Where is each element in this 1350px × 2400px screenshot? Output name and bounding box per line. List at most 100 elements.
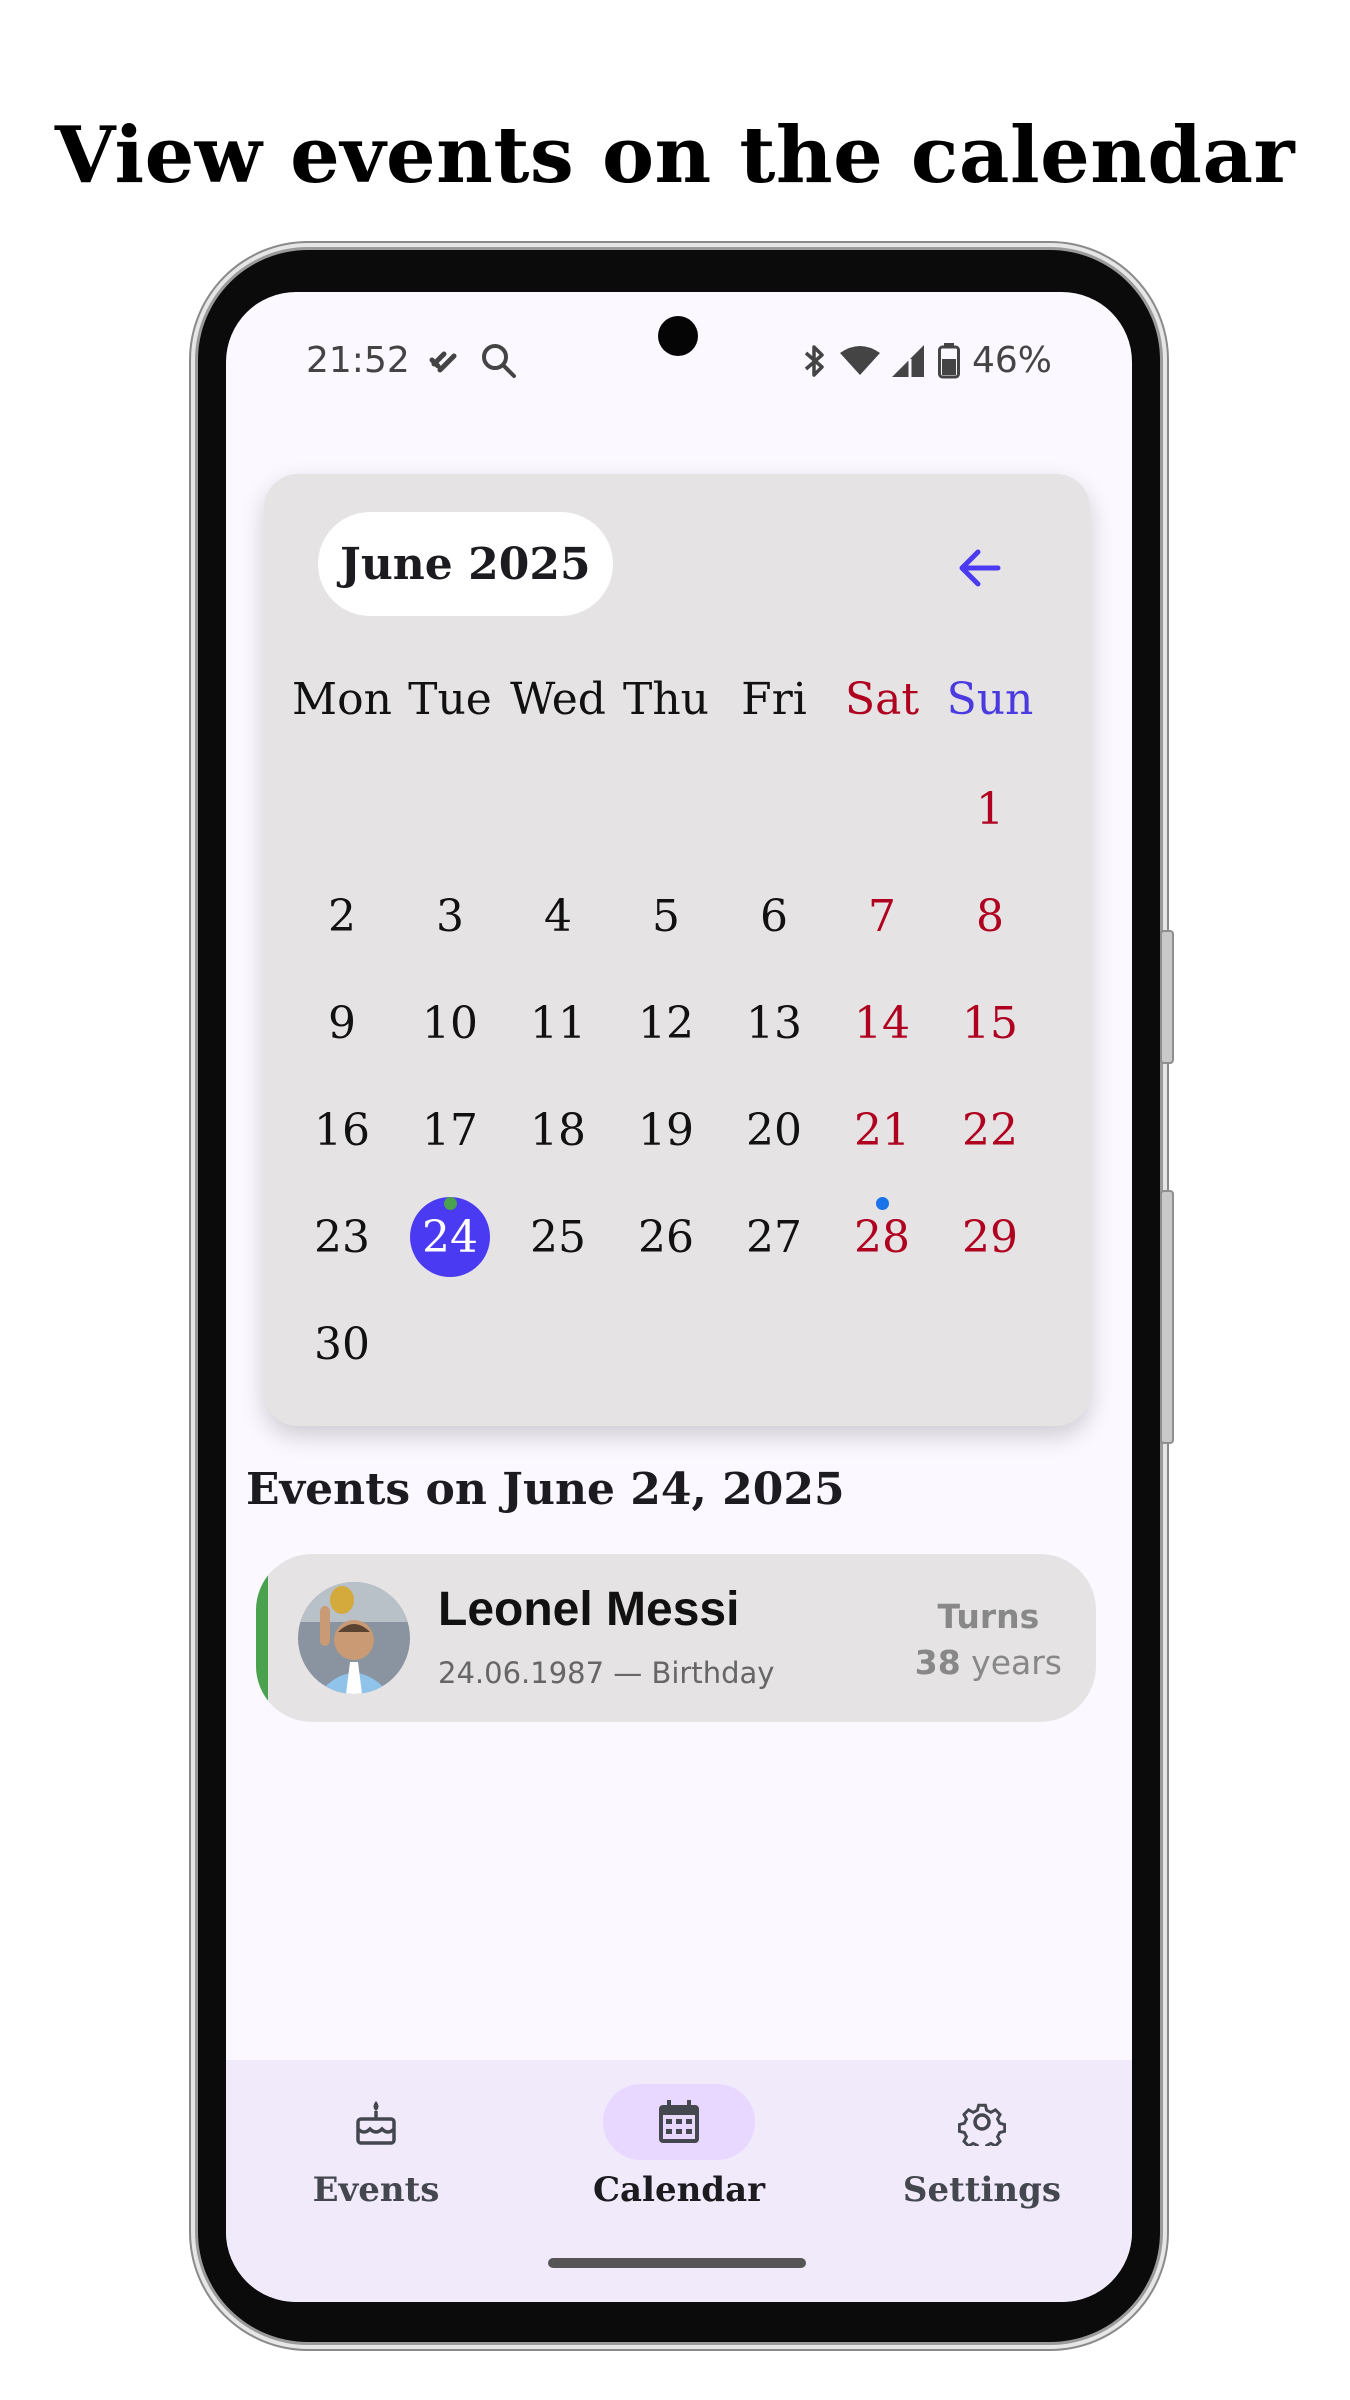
calendar-day-18[interactable]: 18 [504,1077,612,1184]
calendar-day-number: 12 [638,998,694,1049]
calendar-day-8[interactable]: 8 [936,863,1044,970]
calendar-day-29[interactable]: 29 [936,1184,1044,1291]
calendar-empty-cell [828,756,936,863]
calendar-day-27[interactable]: 27 [720,1184,828,1291]
weekday-mon: Mon [292,674,392,725]
calendar-empty-cell [828,1291,936,1398]
nav-item-events[interactable]: Events [226,2084,526,2210]
event-age: Turns 38 years [915,1594,1062,1686]
month-selector[interactable]: June 2025 [318,512,613,616]
search-icon [480,342,518,380]
calendar-empty-cell [720,1291,828,1398]
bluetooth-icon [802,343,828,379]
gear-icon [906,2084,1058,2160]
weekday-sun: Sun [946,674,1034,725]
calendar-day-25[interactable]: 25 [504,1184,612,1291]
arrow-left-icon[interactable] [950,538,1010,598]
calendar-day-6[interactable]: 6 [720,863,828,970]
calendar-empty-cell [396,756,504,863]
calendar-empty-cell [720,756,828,863]
calendar-day-number: 21 [854,1105,910,1156]
calendar-day-number: 5 [652,891,680,942]
weekday-tue: Tue [408,674,492,725]
calendar-week-row: 30 [288,1291,1044,1398]
calendar-card: June 2025 Mon Tue Wed Thu Fri Sat Sun 12… [264,474,1090,1426]
nav-item-settings[interactable]: Settings [832,2084,1132,2210]
calendar-day-number: 16 [314,1105,370,1156]
calendar-day-1[interactable]: 1 [936,756,1044,863]
calendar-day-number: 2 [328,891,356,942]
calendar-day-number: 19 [638,1105,694,1156]
calendar-week-row: 9 10 11 12 13 14 15 [288,970,1044,1077]
calendar-day-16[interactable]: 16 [288,1077,396,1184]
calendar-day-19[interactable]: 19 [612,1077,720,1184]
calendar-day-number: 14 [854,998,910,1049]
calendar-day-23[interactable]: 23 [288,1184,396,1291]
calendar-day-number: 3 [436,891,464,942]
event-accent-bar [256,1554,268,1722]
calendar-empty-cell [504,756,612,863]
calendar-day-24[interactable]: 24 [396,1184,504,1291]
calendar-day-7[interactable]: 7 [828,863,936,970]
calendar-day-number: 6 [760,891,788,942]
calendar-day-10[interactable]: 10 [396,970,504,1077]
page-headline: View events on the calendar [54,110,1296,201]
calendar-day-number: 15 [962,998,1018,1049]
calendar-day-number: 11 [530,998,586,1049]
calendar-day-21[interactable]: 21 [828,1077,936,1184]
calendar-day-14[interactable]: 14 [828,970,936,1077]
calendar-day-4[interactable]: 4 [504,863,612,970]
bottom-navigation: Events Calendar Settings [226,2060,1132,2302]
nav-item-calendar[interactable]: Calendar [529,2084,829,2210]
calendar-day-11[interactable]: 11 [504,970,612,1077]
calendar-week-row: 2 3 4 5 6 7 8 [288,863,1044,970]
calendar-empty-cell [396,1291,504,1398]
calendar-day-number: 22 [962,1105,1018,1156]
calendar-day-2[interactable]: 2 [288,863,396,970]
calendar-icon [603,2084,755,2160]
calendar-day-12[interactable]: 12 [612,970,720,1077]
calendar-day-number: 13 [746,998,802,1049]
calendar-week-row: 16 17 18 19 20 21 22 [288,1077,1044,1184]
calendar-day-number: 4 [544,891,572,942]
age-unit: years [971,1643,1062,1682]
calendar-day-15[interactable]: 15 [936,970,1044,1077]
age-value: 38 [914,1643,961,1682]
calendar-grid: 1 2 3 4 5 6 7 8 9 10 11 12 13 14 15 16 17 18 19 20 21 22 23 24 2… [288,756,1044,1398]
calendar-empty-cell [612,756,720,863]
app-screen: 21:52 46% June 2025 Mon Tue Wed Thu Fri … [226,292,1132,2302]
turns-label: Turns [937,1597,1040,1636]
calendar-day-number: 10 [422,998,478,1049]
nav-label-calendar: Calendar [592,2170,766,2210]
calendar-day-9[interactable]: 9 [288,970,396,1077]
calendar-day-22[interactable]: 22 [936,1077,1044,1184]
event-dot-indicator [876,1197,889,1210]
event-card[interactable]: Leonel Messi 24.06.1987 — Birthday Turns… [256,1554,1096,1722]
calendar-empty-cell [936,1291,1044,1398]
calendar-day-number: 28 [854,1212,910,1263]
weekday-header: Mon Tue Wed Thu Fri Sat Sun [288,674,1044,725]
nav-label-settings: Settings [902,2170,1062,2210]
calendar-day-5[interactable]: 5 [612,863,720,970]
battery-icon [937,342,960,379]
calendar-day-13[interactable]: 13 [720,970,828,1077]
calendar-day-number: 1 [976,784,1004,835]
weekday-fri: Fri [741,674,807,725]
calendar-day-number: 25 [530,1212,586,1263]
status-time: 21:52 [306,340,410,381]
nav-label-events: Events [312,2170,440,2210]
calendar-week-row: 23 24 25 26 27 28 29 [288,1184,1044,1291]
calendar-day-number: 23 [314,1212,370,1263]
home-indicator[interactable] [548,2258,806,2268]
calendar-day-number: 9 [328,998,356,1049]
phone-frame: 21:52 46% June 2025 Mon Tue Wed Thu Fri … [198,250,1174,2342]
calendar-day-3[interactable]: 3 [396,863,504,970]
calendar-day-28[interactable]: 28 [828,1184,936,1291]
calendar-day-20[interactable]: 20 [720,1077,828,1184]
calendar-day-number: 20 [746,1105,802,1156]
calendar-day-number: 26 [638,1212,694,1263]
calendar-day-26[interactable]: 26 [612,1184,720,1291]
calendar-day-17[interactable]: 17 [396,1077,504,1184]
calendar-day-30[interactable]: 30 [288,1291,396,1398]
calendar-day-number: 27 [746,1212,802,1263]
